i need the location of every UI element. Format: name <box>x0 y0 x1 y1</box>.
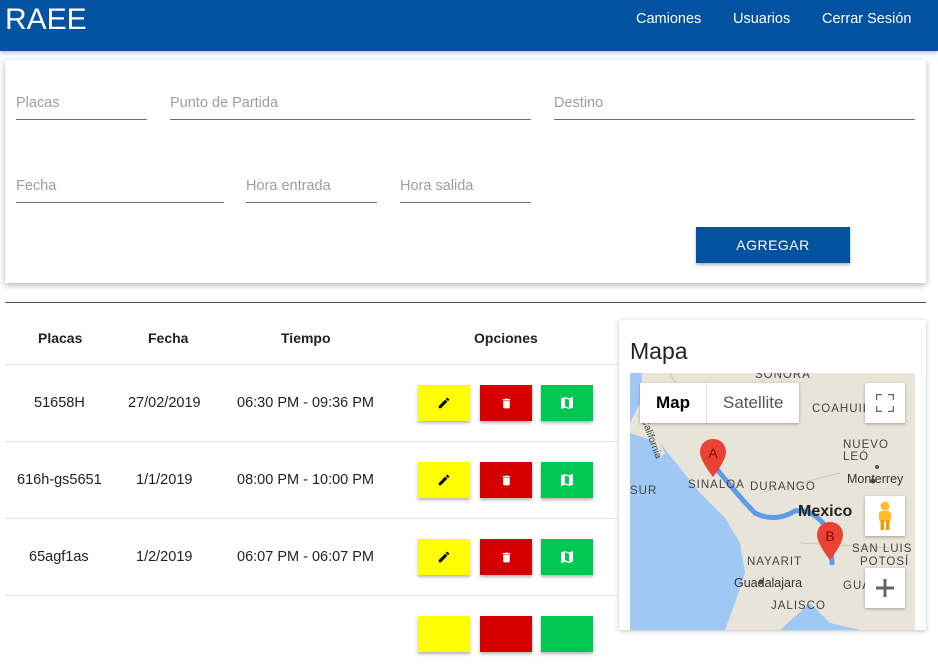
fullscreen-icon <box>876 394 894 412</box>
marker-a-label: A <box>708 445 718 461</box>
route-map[interactable]: SONORA COAHUIL NUEVO LEÓ Monterrey SINAL… <box>630 373 915 630</box>
map-type-control: Map Satellite <box>640 383 800 423</box>
trash-icon <box>502 398 510 408</box>
map-icon <box>561 397 573 409</box>
table-row: 65agf1as 1/2/2019 06:07 PM - 06:07 PM <box>5 518 617 595</box>
trash-icon <box>502 475 510 485</box>
map-icon <box>561 474 573 486</box>
delete-button[interactable] <box>480 616 532 652</box>
map-label-guadalajara: Guadalajara <box>734 576 803 590</box>
map-card: Mapa SONORA COAHUIL NUEVO LEÓ Monterrey … <box>619 320 926 630</box>
nav-usuarios[interactable]: Usuarios <box>733 0 790 38</box>
brand-logo[interactable]: RAEE <box>5 2 87 38</box>
map-label-durango: DURANGO <box>750 481 816 493</box>
map-label-sonora: SONORA <box>755 373 811 381</box>
placas-input[interactable] <box>16 95 147 111</box>
map-label-sinaloa: SINALOA <box>688 479 745 491</box>
table-row: 51658H 27/02/2019 06:30 PM - 09:36 PM <box>5 364 617 441</box>
map-title: Mapa <box>630 338 688 364</box>
pegman-icon <box>879 501 891 530</box>
fecha-field <box>16 143 224 203</box>
edit-button[interactable] <box>418 539 470 575</box>
cell-tiempo: 08:00 PM - 10:00 PM <box>237 472 375 488</box>
placas-field <box>16 60 147 120</box>
table-row: 616h-gs5651 1/1/2019 08:00 PM - 10:00 PM <box>5 441 617 518</box>
map-type-map-button[interactable]: Map <box>640 383 707 423</box>
map-label-san-luis: SAN LUIS <box>852 543 913 555</box>
map-button[interactable] <box>541 385 593 421</box>
plus-icon <box>876 579 894 597</box>
cell-fecha: 1/2/2019 <box>136 549 193 565</box>
marker-b-label: B <box>825 528 834 544</box>
pencil-icon <box>438 474 450 486</box>
nav-camiones[interactable]: Camiones <box>636 0 701 38</box>
map-label-nayarit: NAYARIT <box>747 556 803 568</box>
column-header-opciones: Opciones <box>474 330 538 346</box>
map-button[interactable] <box>541 539 593 575</box>
hora-salida-field <box>400 143 531 203</box>
cell-fecha: 27/02/2019 <box>128 395 201 411</box>
column-header-tiempo: Tiempo <box>281 330 331 346</box>
nav-cerrar-sesion[interactable]: Cerrar Sesión <box>822 0 911 38</box>
map-type-satellite-button[interactable]: Satellite <box>707 383 799 423</box>
table-row <box>5 595 617 672</box>
delete-button[interactable] <box>480 385 532 421</box>
edit-button[interactable] <box>418 462 470 498</box>
cell-fecha: 1/1/2019 <box>136 472 193 488</box>
map-label-sur: SUR <box>630 485 658 497</box>
hora-entrada-input[interactable] <box>246 178 377 194</box>
cell-tiempo: 06:30 PM - 09:36 PM <box>237 395 375 411</box>
edit-button[interactable] <box>418 385 470 421</box>
destino-field <box>554 60 915 120</box>
route-form-card: AGREGAR <box>5 60 926 283</box>
map-label-mexico: Mexico <box>798 503 853 520</box>
map-label-potosi: POTOSÍ <box>860 556 910 568</box>
cell-tiempo: 06:07 PM - 06:07 PM <box>237 549 375 565</box>
section-divider <box>5 302 926 303</box>
map-label-jalisco: JALISCO <box>771 600 826 612</box>
cell-placas: 65agf1as <box>29 549 89 565</box>
map-label-monterrey: Monterrey <box>847 472 904 486</box>
cell-placas: 51658H <box>34 395 85 411</box>
punto-partida-input[interactable] <box>170 95 531 111</box>
map-label-nuevo-leon: NUEVO LEÓ <box>843 439 889 463</box>
map-label-coahuila: COAHUIL <box>812 403 871 415</box>
fecha-input[interactable] <box>16 178 224 194</box>
cell-placas: 616h-gs5651 <box>17 472 102 488</box>
fullscreen-button[interactable] <box>865 383 905 423</box>
edit-button[interactable] <box>418 616 470 652</box>
column-header-fecha: Fecha <box>148 330 189 346</box>
zoom-in-button[interactable] <box>865 568 905 608</box>
pencil-icon <box>438 397 450 409</box>
punto-partida-field <box>170 60 531 120</box>
hora-entrada-field <box>246 143 377 203</box>
marker-a-icon[interactable]: A <box>700 439 726 477</box>
pencil-icon <box>438 551 450 563</box>
map-icon <box>561 551 573 563</box>
top-navbar: RAEE Camiones Usuarios Cerrar Sesión <box>0 0 938 51</box>
map-button[interactable] <box>541 616 593 652</box>
marker-b-icon[interactable]: B <box>817 522 843 560</box>
hora-salida-input[interactable] <box>400 178 531 194</box>
map-button[interactable] <box>541 462 593 498</box>
trash-icon <box>502 552 510 562</box>
destino-input[interactable] <box>554 95 915 111</box>
delete-button[interactable] <box>480 462 532 498</box>
street-view-pegman[interactable] <box>865 496 905 536</box>
delete-button[interactable] <box>480 539 532 575</box>
column-header-placas: Placas <box>38 330 83 346</box>
agregar-button[interactable]: AGREGAR <box>696 227 850 263</box>
